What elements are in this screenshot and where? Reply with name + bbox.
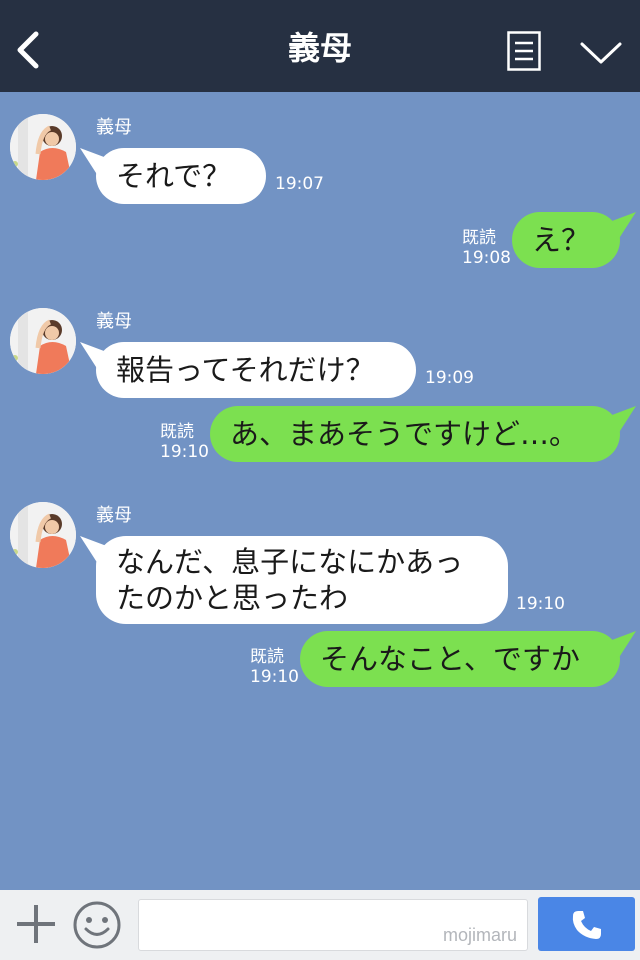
read-receipt: 既読 19:10: [250, 647, 299, 687]
message-time: 19:09: [425, 368, 474, 388]
read-receipt: 既読 19:08: [462, 228, 511, 268]
input-bar: mojimaru: [0, 890, 640, 960]
sender-name: 義母: [96, 117, 132, 138]
menu-list-icon[interactable]: [507, 31, 541, 71]
message-bubble-incoming[interactable]: 報告ってそれだけ？: [96, 342, 416, 398]
message-time: 19:10: [250, 667, 299, 687]
message-time: 19:07: [275, 174, 324, 194]
sender-name: 義母: [96, 311, 132, 332]
message-line: なんだ、息子になにかあっ: [116, 545, 464, 579]
watermark: mojimaru: [442, 925, 517, 945]
chat-title: 義母: [287, 29, 352, 67]
call-button[interactable]: [538, 897, 635, 951]
message-time: 19:10: [160, 442, 209, 462]
read-label: 既読: [462, 228, 496, 248]
plus-icon[interactable]: [14, 902, 58, 946]
read-receipt: 既読 19:10: [160, 422, 209, 462]
emoji-icon[interactable]: [72, 900, 122, 950]
chat-header: 義母: [0, 0, 640, 92]
message-bubble-incoming[interactable]: なんだ、息子になにかあっ たのかと思ったわ: [96, 536, 508, 624]
message-bubble-outgoing[interactable]: え？: [512, 212, 620, 268]
phone-icon: [572, 911, 601, 939]
message-bubble-incoming[interactable]: それで？: [96, 148, 266, 204]
message-line: たのかと思ったわ: [116, 581, 349, 615]
chat-area[interactable]: 義母 それで？ 19:07 既読 19:08 え？ 義母 報告ってそれだけ？ 1…: [0, 92, 640, 890]
chevron-down-icon[interactable]: [579, 38, 623, 66]
message-input[interactable]: mojimaru: [138, 899, 528, 951]
sender-name: 義母: [96, 505, 132, 526]
read-label: 既読: [250, 647, 284, 667]
message-bubble-outgoing[interactable]: そんなこと、ですか: [300, 631, 620, 687]
message-time: 19:08: [462, 248, 511, 268]
read-label: 既読: [160, 422, 194, 442]
message-time: 19:10: [516, 594, 565, 614]
avatar[interactable]: [10, 502, 76, 568]
avatar[interactable]: [10, 308, 76, 374]
message-bubble-outgoing[interactable]: あ、まあそうですけど…。: [210, 406, 620, 462]
avatar[interactable]: [10, 114, 76, 180]
